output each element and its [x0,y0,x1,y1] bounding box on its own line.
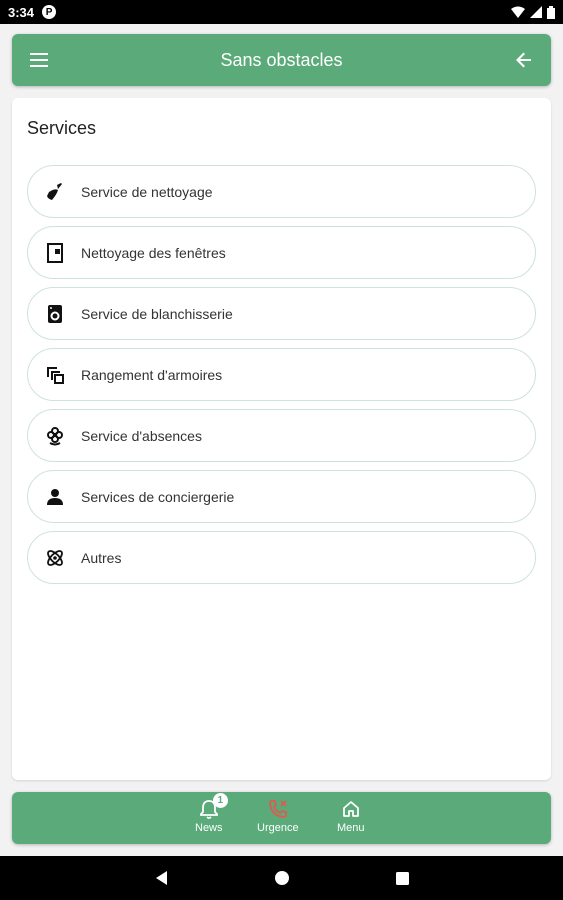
notification-icon: P [42,5,57,19]
signal-icon [530,6,542,18]
page-title: Sans obstacles [220,49,343,70]
services-title: Services [27,118,97,138]
app-bar: Sans obstacles [12,34,551,86]
service-item-absences[interactable]: Service d'absences [27,409,536,462]
back-arrow-icon[interactable] [513,49,535,71]
service-item-armoires[interactable]: Rangement d'armoires [27,348,536,401]
nav-menu[interactable]: Menu [337,798,365,834]
nav-label-news: News [195,822,223,834]
status-icons [511,5,555,19]
service-label: Service de nettoyage [81,183,213,200]
washing-machine-icon [44,303,66,325]
service-label: Service de blanchisserie [81,305,233,322]
recents-square-icon[interactable] [392,868,412,888]
service-label: Services de conciergerie [81,488,235,505]
back-triangle-icon[interactable] [152,868,172,888]
home-icon [340,798,362,820]
service-label: Autres [81,549,122,566]
home-circle-icon[interactable] [272,868,292,888]
atom-icon [44,547,66,569]
bell-icon: 1 [198,793,228,820]
wifi-icon [511,6,525,18]
service-label: Rangement d'armoires [81,366,223,383]
service-label: Service d'absences [81,427,202,444]
status-bar: 3:34 P [0,0,563,24]
bottom-nav: 1 News Urgence Menu [12,792,551,844]
hamburger-menu-icon[interactable] [28,50,50,70]
broom-icon [44,181,66,203]
filter-stack-icon [44,364,66,386]
person-icon [44,486,66,508]
service-item-nettoyage[interactable]: Service de nettoyage [27,165,536,218]
system-nav-bar [0,856,563,900]
nav-label-menu: Menu [337,822,365,834]
battery-icon [547,5,555,19]
window-icon [44,242,66,264]
service-item-autres[interactable]: Autres [27,531,536,584]
services-card: Services Service de nettoyage Nettoyage … [12,98,551,780]
service-item-fenetres[interactable]: Nettoyage des fenêtres [27,226,536,279]
service-label: Nettoyage des fenêtres [81,244,226,261]
nav-news[interactable]: 1 News [195,793,228,834]
nav-label-urgence: Urgence [257,822,299,834]
phone-emergency-icon [267,798,289,820]
service-list: Service de nettoyage Nettoyage des fenêt… [27,165,536,592]
service-item-conciergerie[interactable]: Services de conciergerie [27,470,536,523]
news-badge: 1 [212,793,228,808]
status-time: 3:34 [8,4,35,20]
flower-icon [44,425,66,447]
nav-urgence[interactable]: Urgence [257,798,299,834]
service-item-blanchisserie[interactable]: Service de blanchisserie [27,287,536,340]
